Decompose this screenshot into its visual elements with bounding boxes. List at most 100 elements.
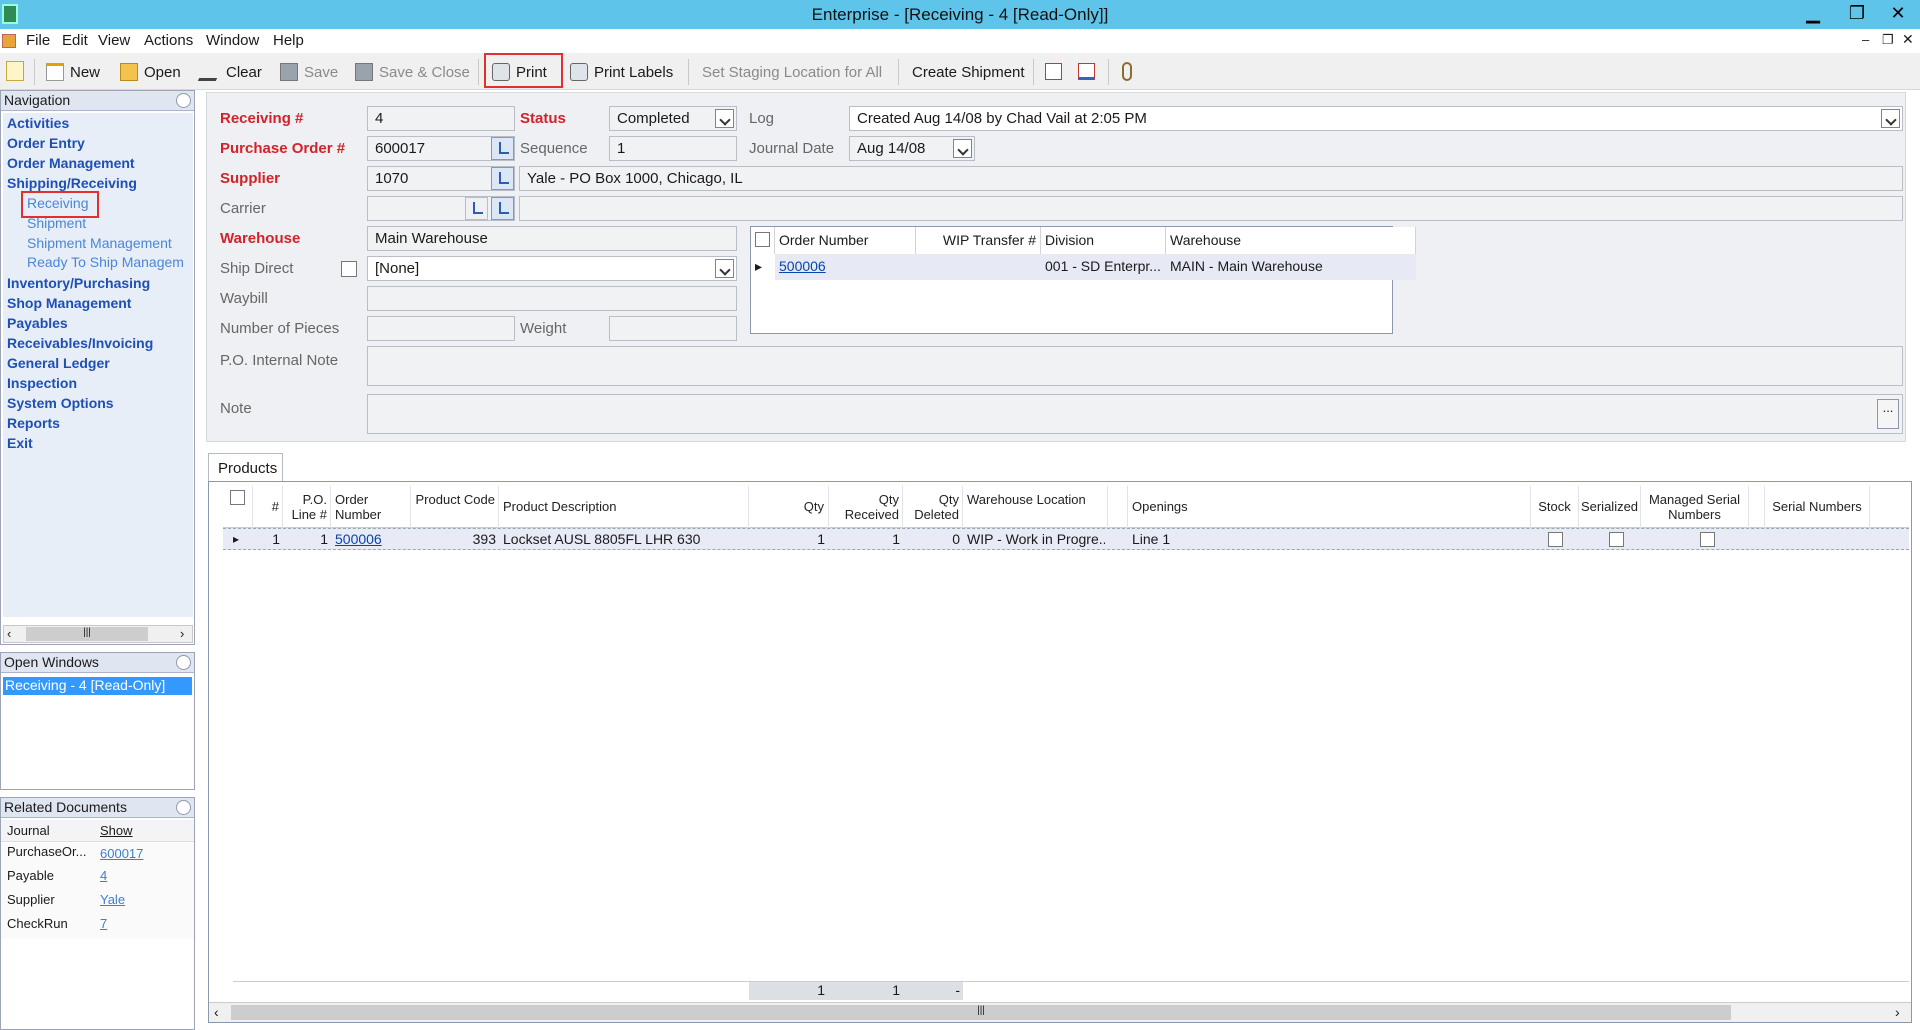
order-number-column[interactable]: Order Number <box>775 227 916 254</box>
sequence-field[interactable]: 1 <box>609 136 737 161</box>
qty-deleted-column[interactable]: Qty Deleted <box>903 486 963 528</box>
nav-system-options[interactable]: System Options <box>7 395 114 411</box>
qty-received-column[interactable]: Qty Received <box>829 486 903 528</box>
print-labels-button[interactable]: Print Labels <box>570 59 673 85</box>
receiving-number-field[interactable]: 4 <box>367 106 515 131</box>
save-button[interactable]: Save <box>280 59 338 85</box>
show-column-header[interactable]: Show <box>100 823 133 838</box>
nav-payables[interactable]: Payables <box>7 315 68 331</box>
row-number-column[interactable]: # <box>253 486 283 528</box>
journal-date-picker[interactable]: Aug 14/08 <box>849 136 975 161</box>
create-shipment-button[interactable]: Create Shipment <box>912 59 1025 85</box>
mdi-minimize-icon[interactable]: ‒ <box>1862 32 1869 47</box>
nav-shipping-receiving[interactable]: Shipping/Receiving <box>7 175 137 191</box>
related-doc-link[interactable]: 7 <box>100 916 107 931</box>
new-button[interactable]: New <box>46 59 100 85</box>
scroll-thumb[interactable]: ||| <box>231 1005 1731 1020</box>
restore-icon[interactable]: ❐ <box>1835 0 1879 28</box>
scroll-thumb[interactable]: ||| <box>26 627 148 641</box>
carrier-lookup-icon[interactable] <box>491 197 514 220</box>
pin-icon[interactable] <box>176 800 191 815</box>
nav-order-entry[interactable]: Order Entry <box>7 135 85 151</box>
nav-activities[interactable]: Activities <box>7 115 69 131</box>
stock-checkbox[interactable] <box>1548 532 1563 547</box>
mdi-restore-icon[interactable]: ❐ <box>1882 32 1894 48</box>
menu-actions[interactable]: Actions <box>144 32 193 49</box>
division-column[interactable]: Division <box>1041 227 1166 254</box>
menu-window[interactable]: Window <box>206 32 259 49</box>
po-lookup-icon[interactable] <box>491 137 514 160</box>
products-hscrollbar[interactable]: ‹ ||| › <box>209 1002 1911 1022</box>
openings-column[interactable]: Openings <box>1128 486 1531 528</box>
scroll-left-icon[interactable]: ‹ <box>214 1004 219 1020</box>
scroll-left-icon[interactable]: ‹ <box>7 626 11 641</box>
note-field[interactable] <box>367 394 1903 434</box>
chevron-down-icon[interactable] <box>1881 109 1900 128</box>
nav-ready-to-ship[interactable]: Ready To Ship Managem <box>27 254 184 270</box>
product-description-column[interactable]: Product Description <box>499 486 749 528</box>
tab-products[interactable]: Products <box>208 453 283 482</box>
nav-inspection[interactable]: Inspection <box>7 375 77 391</box>
checklist-icon[interactable] <box>1045 63 1062 80</box>
chevron-down-icon[interactable] <box>953 139 972 158</box>
waybill-field[interactable] <box>367 286 737 311</box>
nav-reports[interactable]: Reports <box>7 415 60 431</box>
po-line-column[interactable]: P.O. Line # <box>283 486 331 528</box>
chevron-down-icon[interactable] <box>715 109 734 128</box>
save-close-button[interactable]: Save & Close <box>355 59 470 85</box>
nav-shipment[interactable]: Shipment <box>27 215 86 231</box>
nav-shipment-management[interactable]: Shipment Management <box>27 235 172 251</box>
nav-exit[interactable]: Exit <box>7 435 33 451</box>
set-staging-button[interactable]: Set Staging Location for All <box>702 59 882 85</box>
order-number-column[interactable]: Order Number <box>331 486 411 528</box>
note-icon[interactable] <box>6 61 24 81</box>
pin-icon[interactable] <box>176 655 191 670</box>
close-icon[interactable]: ✕ <box>1876 0 1920 28</box>
table-row[interactable]: ▸ 1 1 500006 393 Lockset AUSL 8805FL LHR… <box>223 528 1909 550</box>
status-dropdown[interactable]: Completed <box>609 106 737 131</box>
supplier-lookup-icon[interactable] <box>491 167 514 190</box>
serialized-column[interactable]: Serialized <box>1579 486 1641 528</box>
order-number-cell[interactable]: 500006 <box>775 254 916 280</box>
open-button[interactable]: Open <box>120 59 181 85</box>
weight-field[interactable] <box>609 316 737 341</box>
approve-icon[interactable] <box>1078 63 1095 80</box>
chevron-down-icon[interactable] <box>715 259 734 278</box>
minimize-icon[interactable]: ▁ <box>1791 0 1835 28</box>
managed-serial-checkbox[interactable] <box>1700 532 1715 547</box>
serial-numbers-column[interactable]: Serial Numbers <box>1765 486 1870 528</box>
mdi-close-icon[interactable]: ✕ <box>1902 31 1914 48</box>
nav-inventory-purchasing[interactable]: Inventory/Purchasing <box>7 275 150 291</box>
number-of-pieces-field[interactable] <box>367 316 515 341</box>
product-code-column[interactable]: Product Code <box>411 486 499 528</box>
ship-direct-dropdown[interactable]: [None] <box>367 256 737 281</box>
scroll-right-icon[interactable]: › <box>1895 1004 1900 1020</box>
nav-receivables-invoicing[interactable]: Receivables/Invoicing <box>7 335 153 351</box>
carrier-search-icon[interactable] <box>465 197 488 220</box>
nav-shop-management[interactable]: Shop Management <box>7 295 131 311</box>
warehouse-column[interactable]: Warehouse <box>1166 227 1416 254</box>
related-doc-link[interactable]: 4 <box>100 868 107 883</box>
related-doc-link[interactable]: 600017 <box>100 846 143 861</box>
wip-transfer-column[interactable]: WIP Transfer # <box>916 227 1041 254</box>
nav-general-ledger[interactable]: General Ledger <box>7 355 110 371</box>
serialized-checkbox[interactable] <box>1609 532 1624 547</box>
log-dropdown[interactable]: Created Aug 14/08 by Chad Vail at 2:05 P… <box>849 106 1903 131</box>
attachment-icon[interactable] <box>1122 62 1132 81</box>
clear-button[interactable]: Clear <box>197 59 262 85</box>
po-internal-note-field[interactable] <box>367 346 1903 386</box>
scroll-right-icon[interactable]: › <box>180 626 184 641</box>
nav-receiving[interactable]: Receiving <box>27 195 88 211</box>
nav-hscrollbar[interactable]: ‹ ||| › <box>3 625 193 643</box>
menu-view[interactable]: View <box>98 32 130 49</box>
menu-help[interactable]: Help <box>273 32 304 49</box>
stock-column[interactable]: Stock <box>1531 486 1579 528</box>
menu-file[interactable]: File <box>26 32 50 49</box>
nav-order-management[interactable]: Order Management <box>7 155 135 171</box>
grid-chooser-icon[interactable] <box>223 486 253 528</box>
note-expand-button[interactable]: ... <box>1877 399 1899 429</box>
warehouse-location-column[interactable]: Warehouse Location <box>963 486 1108 528</box>
related-doc-link[interactable]: Yale <box>100 892 125 907</box>
warehouse-field[interactable]: Main Warehouse <box>367 226 737 251</box>
grid-chooser-icon[interactable] <box>751 227 775 254</box>
